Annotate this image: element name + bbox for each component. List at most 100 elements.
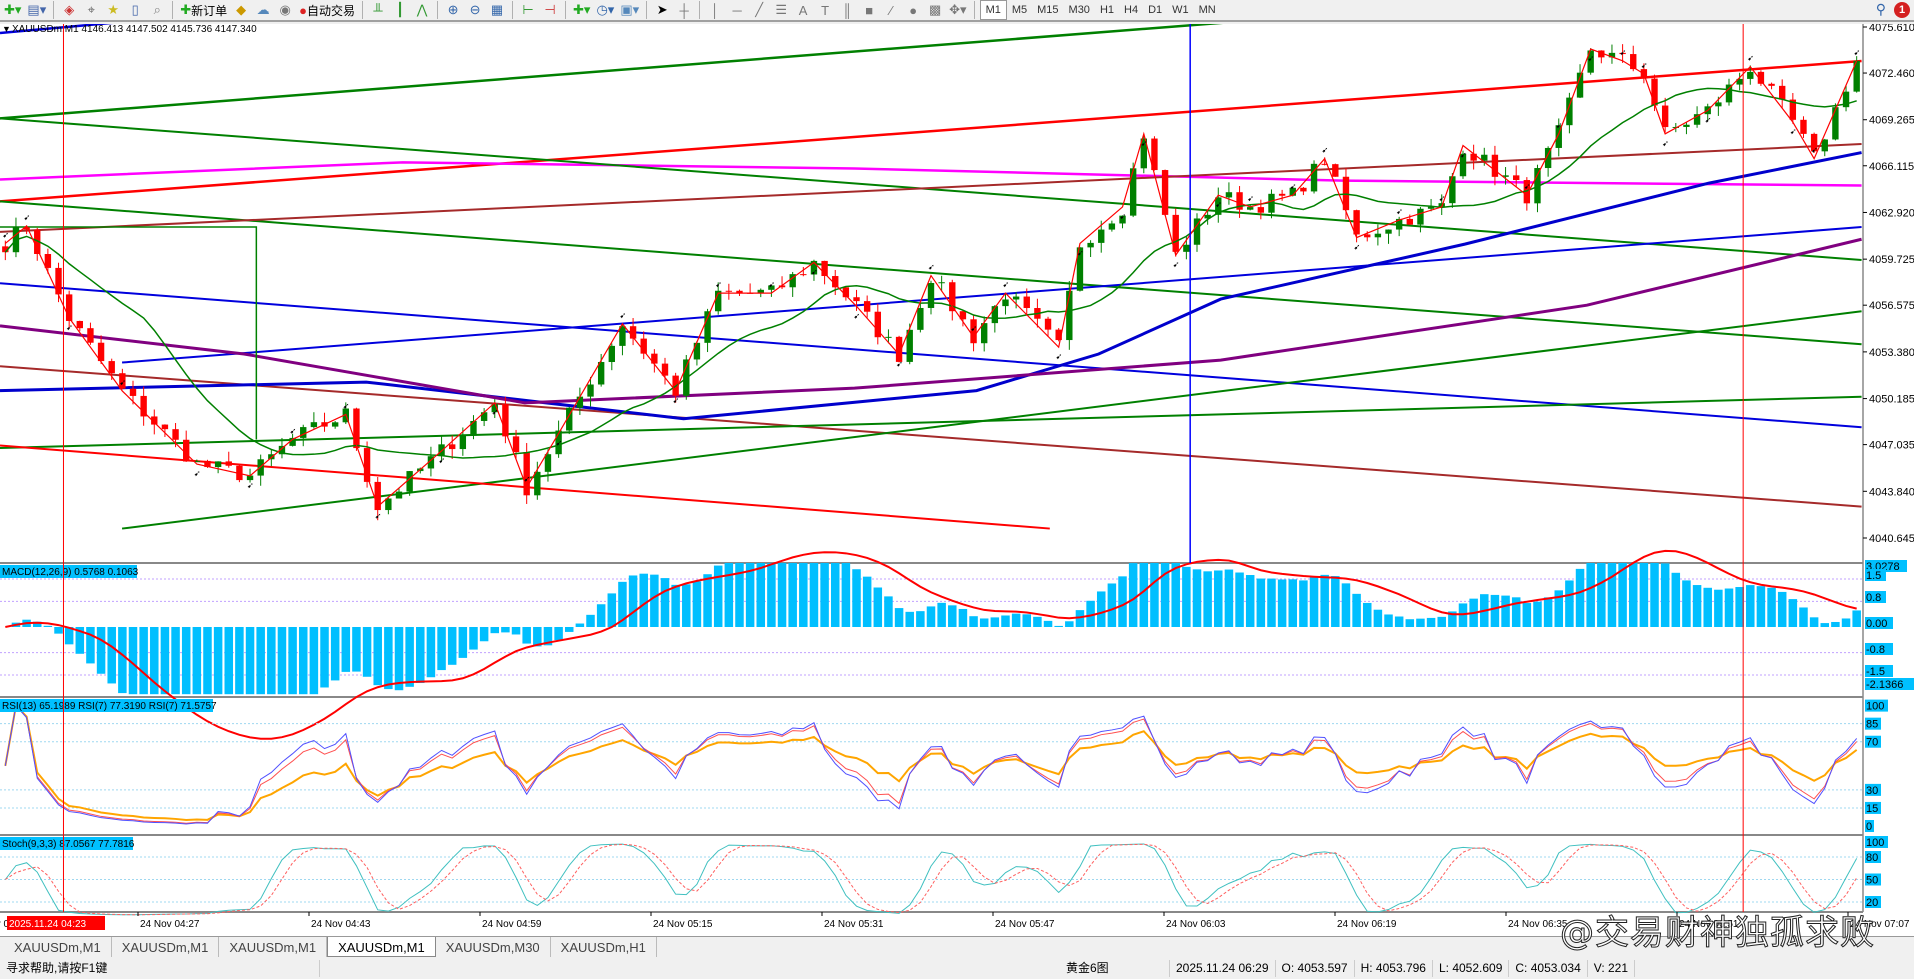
- macd-axis-label: -1.5: [1866, 666, 1885, 678]
- price-label: 4053.380: [1869, 347, 1914, 359]
- macd-histogram-bar: [480, 627, 489, 641]
- search-icon[interactable]: ⚲: [1876, 1, 1886, 18]
- chart-tab[interactable]: XAUUSDm,H1: [551, 937, 657, 957]
- toolbar: ✚▾ ▤▾ ◈ ⌖ ★ ▯ ⌕ ✚ 新订单 ◆ ☁ ◉ ● 自动交易 ╨ ┃ ⋀ ⊕…: [0, 0, 1914, 22]
- time-label: 24 Nov 04:27: [140, 919, 200, 930]
- timeframe-h4[interactable]: H4: [1119, 0, 1143, 20]
- cursor-icon[interactable]: ➤: [652, 0, 672, 20]
- navigator-icon[interactable]: ★: [103, 0, 123, 20]
- cloud-icon[interactable]: ☁: [253, 0, 273, 20]
- chart-tab[interactable]: XAUUSDm,M1: [112, 937, 220, 957]
- market-watch-icon[interactable]: ◈: [59, 0, 79, 20]
- auto-trading-button[interactable]: ● 自动交易: [297, 0, 357, 20]
- macd-histogram-bar: [1735, 587, 1744, 627]
- chart-tab[interactable]: XAUUSDm,M1: [4, 937, 112, 957]
- chart-window[interactable]: ➹ ➹ ➹ ➹ ➹ ➹ ➹ ➹ ➹ ➹ ➹ ➹ ➹ ➹ ➹ ➹ ➹ ➹ ➹ ➹ ➹ ➹ ➹ ➹ ➹ ➹ ➹ ➹ ➹ ➹ ➹ ➹ ➹ ➹ ➹ ➹ ➹ ➹ ➹ ➹…: [0, 24, 1914, 936]
- macd-histogram-bar: [235, 627, 244, 694]
- timeframe-d1[interactable]: D1: [1143, 0, 1167, 20]
- time-label: 24 Nov 05:47: [995, 919, 1055, 930]
- chart-tab[interactable]: XAUUSDm,M1: [327, 937, 436, 957]
- fractal-arrow-icon: ➹: [194, 469, 201, 478]
- bar-chart-icon[interactable]: ╨: [368, 0, 388, 20]
- gann-line-icon[interactable]: ∕: [881, 0, 901, 20]
- ellipse-icon[interactable]: ●: [903, 0, 923, 20]
- timeframe-m1[interactable]: M1: [980, 0, 1007, 20]
- chart-tab[interactable]: XAUUSDm,M1: [219, 937, 327, 957]
- text-icon[interactable]: A: [793, 0, 813, 20]
- timeframe-mn[interactable]: MN: [1194, 0, 1221, 20]
- new-chart-icon[interactable]: ✚▾: [2, 0, 23, 20]
- rsi-axis-label: 30: [1866, 785, 1878, 797]
- arrows-icon[interactable]: ✥▾: [947, 0, 968, 20]
- channel-icon[interactable]: ║: [837, 0, 857, 20]
- crosshair-icon[interactable]: ┼: [674, 0, 694, 20]
- signals-icon[interactable]: ◉: [275, 0, 295, 20]
- zoom-in-icon[interactable]: ⊕: [443, 0, 463, 20]
- notification-badge[interactable]: 1: [1894, 2, 1910, 18]
- fractal-arrow-icon: ➹: [811, 267, 818, 276]
- macd-histogram-bar: [1342, 583, 1351, 627]
- macd-histogram-bar: [1214, 570, 1223, 627]
- stoch-label: Stoch(9,3,3) 87.0567 77.7816: [2, 839, 135, 850]
- timeframe-w1[interactable]: W1: [1167, 0, 1194, 20]
- pattern-icon[interactable]: ▩: [925, 0, 945, 20]
- trendline-icon[interactable]: ╱: [749, 0, 769, 20]
- timeframe-m30[interactable]: M30: [1064, 0, 1095, 20]
- candle-body: [1726, 85, 1732, 103]
- timeframe-h1[interactable]: H1: [1095, 0, 1119, 20]
- macd-histogram-bar: [1118, 576, 1127, 627]
- candle-body: [1087, 243, 1093, 247]
- macd-histogram-bar: [959, 609, 968, 627]
- periods-icon[interactable]: ◷▾: [594, 0, 616, 20]
- auto-trading-label: 自动交易: [307, 2, 355, 19]
- candle-body: [1492, 155, 1498, 177]
- new-order-button[interactable]: ✚ 新订单: [178, 0, 229, 20]
- timeframe-m15[interactable]: M15: [1032, 0, 1063, 20]
- tester-icon[interactable]: ⌕: [147, 0, 167, 20]
- macd-histogram-bar: [427, 627, 436, 677]
- macd-histogram-bar: [1746, 585, 1755, 627]
- zoom-out-icon[interactable]: ⊖: [465, 0, 485, 20]
- candle-body: [1375, 234, 1381, 238]
- macd-histogram-bar: [608, 593, 617, 627]
- chart-shift-icon[interactable]: ⊣: [540, 0, 560, 20]
- timeframe-m5[interactable]: M5: [1007, 0, 1032, 20]
- rectangle-icon[interactable]: ■: [859, 0, 879, 20]
- macd-histogram-bar: [1427, 618, 1436, 627]
- macd-histogram-bar: [1352, 594, 1361, 627]
- fractal-arrow-icon: ➹: [1322, 146, 1329, 155]
- fibonacci-icon[interactable]: ☰: [771, 0, 791, 20]
- macd-histogram-bar: [586, 615, 595, 627]
- profiles-icon[interactable]: ▤▾: [25, 0, 48, 20]
- fractal-arrow-icon: ➹: [1396, 207, 1403, 216]
- macd-histogram-bar: [437, 627, 446, 670]
- price-label: 4040.645: [1869, 533, 1914, 545]
- macd-histogram-bar: [225, 627, 234, 694]
- candlestick-icon[interactable]: ┃: [390, 0, 410, 20]
- candle-body: [928, 283, 934, 308]
- macd-histogram-bar: [693, 581, 702, 627]
- line-chart-icon[interactable]: ⋀: [412, 0, 432, 20]
- terminal-icon[interactable]: ▯: [125, 0, 145, 20]
- separator: [512, 1, 513, 19]
- data-window-icon[interactable]: ⌖: [81, 0, 101, 20]
- indicators-icon[interactable]: ✚▾: [571, 0, 592, 20]
- tile-windows-icon[interactable]: ▦: [487, 0, 507, 20]
- text-label-icon[interactable]: T: [815, 0, 835, 20]
- fractal-arrow-icon: ➹: [375, 512, 382, 521]
- auto-scroll-icon[interactable]: ⊢: [518, 0, 538, 20]
- candle-body: [1449, 176, 1455, 203]
- vertical-line-icon[interactable]: │: [705, 0, 725, 20]
- templates-icon[interactable]: ▣▾: [618, 0, 641, 20]
- horizontal-line-icon[interactable]: ─: [727, 0, 747, 20]
- macd-histogram-bar: [1140, 563, 1149, 627]
- metaeditor-icon[interactable]: ◆: [231, 0, 251, 20]
- candle-body: [619, 326, 625, 346]
- macd-histogram-bar: [1437, 617, 1446, 627]
- candle-body: [1779, 86, 1785, 100]
- macd-histogram-bar: [842, 563, 851, 627]
- chart-tab[interactable]: XAUUSDm,M30: [436, 937, 551, 957]
- macd-histogram-bar: [597, 604, 606, 627]
- stoch-axis-label: 80: [1866, 852, 1878, 864]
- macd-histogram-bar: [1150, 563, 1159, 627]
